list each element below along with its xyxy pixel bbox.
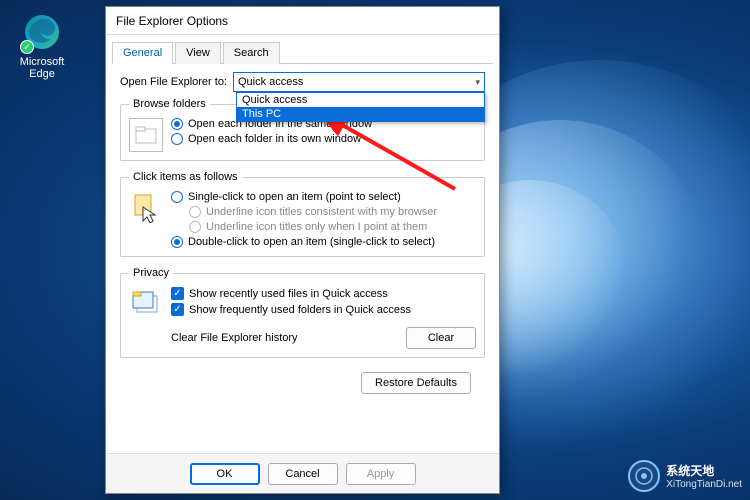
ok-button[interactable]: OK (190, 463, 260, 485)
watermark-url: XiTongTianDi.net (666, 479, 742, 490)
desktop-shortcut-edge[interactable]: ✓ Microsoft Edge (12, 12, 72, 80)
desktop-shortcut-label: Microsoft Edge (12, 56, 72, 80)
watermark: 系统天地 XiTongTianDi.net (628, 460, 742, 492)
cancel-button[interactable]: Cancel (268, 463, 338, 485)
clear-history-label: Clear File Explorer history (171, 332, 298, 344)
dropdown-option-quick-access[interactable]: Quick access (237, 93, 484, 107)
group-privacy: Privacy ✓ Show recently used files in Qu… (120, 267, 485, 358)
checkbox-frequent-folders[interactable]: ✓ Show frequently used folders in Quick … (171, 303, 411, 316)
checkbox-checked-icon: ✓ (171, 303, 184, 316)
chevron-down-icon: ▾ (475, 77, 480, 88)
clear-button[interactable]: Clear (406, 327, 476, 349)
radio-icon (171, 133, 183, 145)
open-explorer-to-dropdown: Quick access This PC (236, 92, 485, 122)
restore-defaults-button[interactable]: Restore Defaults (361, 372, 471, 394)
privacy-icon (129, 287, 163, 321)
group-legend: Privacy (129, 267, 173, 279)
radio-icon (171, 118, 183, 130)
combo-selected-value: Quick access (238, 76, 303, 88)
radio-icon (189, 221, 201, 233)
cursor-icon (129, 191, 163, 225)
group-click-items: Click items as follows Single-click to o… (120, 171, 485, 257)
radio-icon (171, 191, 183, 203)
watermark-badge-icon (628, 460, 660, 492)
radio-icon (171, 236, 183, 248)
apply-button[interactable]: Apply (346, 463, 416, 485)
dialog-title: File Explorer Options (106, 7, 499, 35)
dropdown-option-this-pc[interactable]: This PC (237, 107, 484, 121)
tab-view[interactable]: View (175, 42, 221, 64)
file-explorer-options-dialog: File Explorer Options General View Searc… (105, 6, 500, 494)
checkbox-checked-icon: ✓ (171, 287, 184, 300)
open-explorer-to-label: Open File Explorer to: (120, 76, 227, 88)
group-legend: Click items as follows (129, 171, 242, 183)
checkbox-recent-files[interactable]: ✓ Show recently used files in Quick acce… (171, 287, 411, 300)
desktop-wallpaper: ✓ Microsoft Edge File Explorer Options G… (0, 0, 750, 500)
tab-search[interactable]: Search (223, 42, 280, 64)
tab-general[interactable]: General (112, 42, 173, 64)
radio-underline-point: Underline icon titles only when I point … (189, 221, 437, 233)
folder-icon (129, 118, 163, 152)
tab-strip: General View Search (112, 41, 493, 64)
radio-underline-browser: Underline icon titles consistent with my… (189, 206, 437, 218)
radio-double-click[interactable]: Double-click to open an item (single-cli… (171, 236, 437, 248)
radio-own-window[interactable]: Open each folder in its own window (171, 133, 372, 145)
watermark-text: 系统天地 (666, 462, 742, 479)
edge-icon: ✓ (22, 12, 62, 52)
open-explorer-to-combo[interactable]: Quick access ▾ (233, 72, 485, 92)
dialog-footer: OK Cancel Apply (106, 453, 499, 493)
radio-icon (189, 206, 201, 218)
radio-single-click[interactable]: Single-click to open an item (point to s… (171, 191, 437, 203)
group-legend: Browse folders (129, 98, 210, 110)
